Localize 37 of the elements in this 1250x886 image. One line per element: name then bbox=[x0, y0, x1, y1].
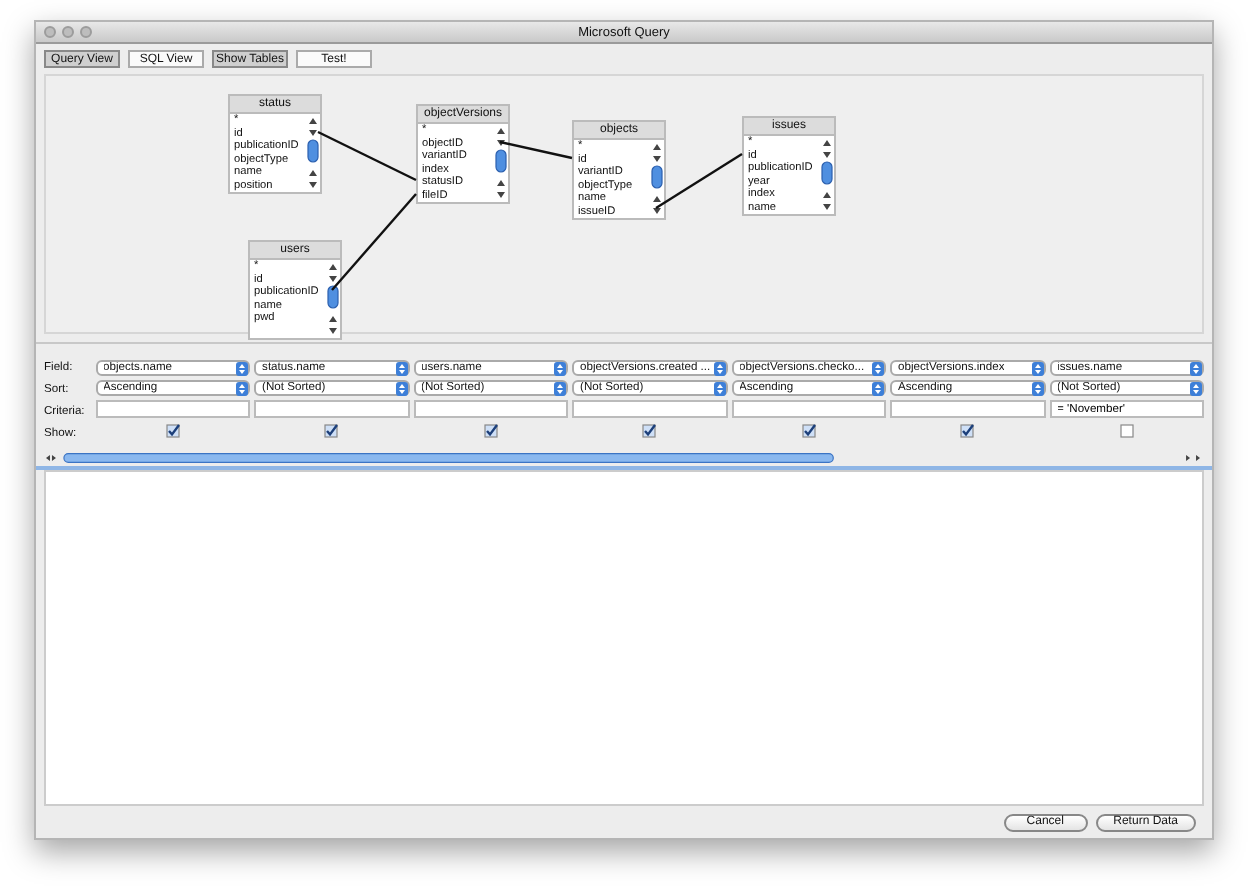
checkbox[interactable] bbox=[1119, 424, 1134, 438]
stepper-icon bbox=[236, 361, 249, 375]
checkbox[interactable] bbox=[165, 424, 180, 438]
stepper-icon bbox=[872, 381, 885, 395]
join-line bbox=[655, 153, 743, 209]
checkbox[interactable] bbox=[324, 424, 339, 438]
criteria-field[interactable] bbox=[413, 400, 569, 418]
criteria-field[interactable] bbox=[254, 400, 410, 418]
checkbox[interactable] bbox=[801, 424, 816, 438]
stepper-icon bbox=[554, 361, 567, 375]
scrollbar-drawing[interactable] bbox=[306, 114, 320, 192]
stepper-icon bbox=[1190, 381, 1203, 395]
stepper-icon bbox=[236, 381, 249, 395]
scrollbar-drawing[interactable] bbox=[494, 124, 508, 202]
stepper-icon bbox=[395, 361, 408, 375]
criteria-field[interactable] bbox=[890, 400, 1046, 418]
criteria-field[interactable] bbox=[95, 400, 251, 418]
stepper-icon bbox=[1190, 361, 1203, 375]
scrollbar-drawing[interactable] bbox=[650, 140, 664, 218]
stepper-icon bbox=[1031, 361, 1044, 375]
stepper-icon bbox=[872, 361, 885, 375]
criteria-field[interactable] bbox=[572, 400, 728, 418]
scrollbar-drawing[interactable] bbox=[326, 260, 340, 338]
horizontal-scrollbar-drawing[interactable] bbox=[44, 452, 1204, 464]
stepper-icon bbox=[1031, 381, 1044, 395]
join-line bbox=[331, 193, 417, 291]
stepper-icon bbox=[554, 381, 567, 395]
checkbox[interactable] bbox=[642, 424, 657, 438]
checkbox[interactable] bbox=[483, 424, 498, 438]
stepper-icon bbox=[713, 381, 726, 395]
join-line bbox=[317, 130, 417, 182]
join-line bbox=[499, 140, 573, 160]
stepper-icon bbox=[395, 381, 408, 395]
criteria-field[interactable] bbox=[731, 400, 887, 418]
scrollbar-drawing[interactable] bbox=[820, 136, 834, 214]
stepper-icon bbox=[713, 361, 726, 375]
checkbox[interactable] bbox=[960, 424, 975, 438]
